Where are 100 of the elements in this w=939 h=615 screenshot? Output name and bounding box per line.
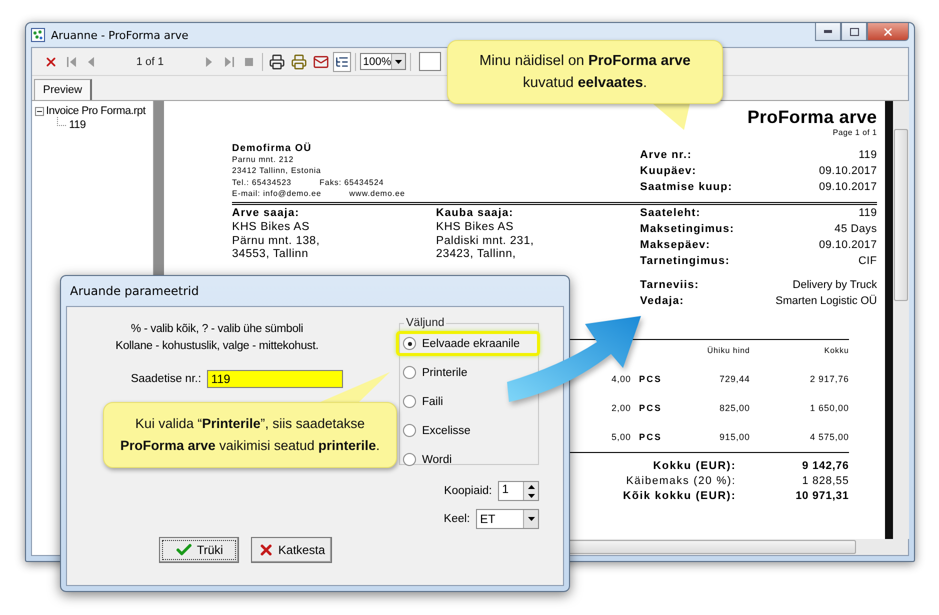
- printer-icon: [269, 54, 285, 70]
- minimize-icon: [824, 30, 832, 33]
- field-label: Arve nr.:: [640, 149, 693, 161]
- last-page-icon[interactable]: [224, 56, 234, 66]
- field-label: Maksetingimus:: [640, 223, 736, 236]
- field-label: Saadetise nr.:: [130, 373, 202, 385]
- radio-option[interactable]: Eelvaade ekraanile: [396, 331, 540, 356]
- party-line: KHS Bikes AS: [436, 220, 515, 235]
- tree-toggle-button[interactable]: [333, 52, 351, 72]
- vertical-scrollbar[interactable]: [893, 101, 909, 539]
- unit-cell-text: PCS: [638, 373, 664, 386]
- column-header: Kokku: [823, 345, 849, 358]
- company-name: Demofirma OÜ: [232, 143, 313, 154]
- field-label: Saatmise kuup:: [640, 181, 734, 193]
- party-line: 34553, Tallinn: [232, 248, 310, 262]
- company-address: Parnu mnt. 212: [232, 154, 295, 166]
- callout-text: Minu näidisel on ProForma arve kuvatud eelvaates.: [478, 52, 692, 93]
- printer-setup-button[interactable]: [289, 52, 309, 72]
- radio-icon[interactable]: [403, 337, 416, 350]
- field-value: 119: [858, 207, 877, 220]
- previous-page-icon[interactable]: [88, 56, 94, 66]
- quantity-cell-text: 4,00: [610, 373, 631, 386]
- field-label: Tarneviis:: [640, 279, 700, 292]
- tree-item[interactable]: Invoice Pro Forma.rpt: [46, 105, 146, 117]
- stop-icon: [245, 58, 253, 66]
- callout-text: Kui valida “Printerile”, siis saadetakse ProForma arve vaikimisi seatud printerile.: [119, 415, 381, 455]
- window-title: Aruanne - ProForma arve: [51, 28, 188, 42]
- total-cell-text: 2 917,76: [808, 373, 849, 386]
- unit-cell-text: PCS: [638, 431, 664, 444]
- total-cell-text: 1 650,00: [808, 402, 849, 416]
- radio-icon[interactable]: [403, 424, 416, 437]
- total-value: 10 971,31: [794, 489, 849, 502]
- field-label: Saateleht:: [640, 207, 702, 220]
- field-value: 119: [858, 149, 877, 161]
- page-indicator: 1 of 1: [135, 56, 165, 68]
- next-page-icon[interactable]: [206, 56, 212, 66]
- field-label: Vedaja:: [640, 295, 686, 308]
- field-label: Koopiaid:: [444, 485, 492, 497]
- field-value: CIF: [857, 255, 877, 268]
- close-icon: [44, 54, 58, 68]
- mail-icon: [313, 54, 329, 70]
- radio-option[interactable]: Excelisse: [396, 418, 478, 443]
- radio-option[interactable]: Faili: [396, 389, 450, 414]
- company-address: 23412 Tallinn, Estonia: [232, 165, 322, 177]
- company-phone: Tel.: 65434523: [232, 176, 292, 188]
- minimize-button[interactable]: [815, 23, 841, 41]
- hint-text: % - valib kõik, ? - valib ühe sümboli: [130, 322, 304, 337]
- party-line: 23423, Tallinn,: [436, 248, 517, 262]
- hint-text: Kollane - kohustuslik, valge - mittekohust.: [116, 339, 318, 354]
- radio-icon[interactable]: [403, 366, 416, 379]
- first-page-icon[interactable]: [66, 56, 76, 66]
- maximize-button[interactable]: [841, 23, 867, 41]
- radio-option[interactable]: Printerile: [396, 360, 474, 385]
- page-number: Page 1 of 1: [832, 128, 877, 137]
- printer-icon: [291, 54, 307, 70]
- radio-icon[interactable]: [403, 395, 416, 408]
- print-button[interactable]: [267, 52, 287, 72]
- total-value: 9 142,76: [801, 459, 849, 472]
- field-value: 09.10.2017: [818, 239, 877, 252]
- close-button[interactable]: [867, 23, 909, 41]
- total-label: Kõik kokku (EUR):: [622, 489, 737, 502]
- party-line: Pärnu mnt. 138,: [232, 234, 321, 248]
- print-button[interactable]: Trüki: [159, 537, 239, 563]
- document-title: ProForma arve: [747, 107, 877, 128]
- group-title: Väljund: [405, 317, 446, 329]
- company-website: www.demo.ee: [349, 188, 406, 200]
- radio-option[interactable]: Wordi: [396, 447, 459, 472]
- field-label: Kuupäev:: [640, 165, 698, 177]
- dialog-title: Aruande parameetrid: [70, 284, 199, 298]
- language-select[interactable]: ET: [476, 509, 539, 529]
- quantity-cell-text: 2,00: [610, 402, 631, 416]
- field-label: Tarnetingimus:: [640, 255, 731, 268]
- copies-spinner[interactable]: 1: [498, 481, 539, 501]
- field-label: Maksepäev:: [640, 239, 712, 252]
- tab[interactable]: Preview: [34, 79, 92, 100]
- price-cell-text: 825,00: [718, 402, 750, 416]
- total-cell-text: 4 575,00: [808, 431, 849, 444]
- party-line: Paldiski mnt. 231,: [436, 234, 535, 248]
- shipment-number-field[interactable]: 119: [207, 370, 344, 388]
- field-value: 09.10.2017: [818, 165, 877, 177]
- field-value: Smarten Logistic OÜ: [776, 295, 877, 308]
- radio-icon[interactable]: [403, 453, 416, 466]
- caret-icon: [395, 60, 402, 64]
- company-fax: Faks: 65434524: [320, 176, 384, 188]
- caret-icon: [528, 517, 534, 521]
- unit-cell-text: PCS: [638, 402, 664, 416]
- price-cell-text: 729,44: [718, 373, 750, 386]
- tree-item[interactable]: 119: [69, 119, 86, 131]
- close-icon: [882, 26, 894, 38]
- field-value: 45 Days: [834, 223, 877, 236]
- cancel-button[interactable]: Katkesta: [251, 537, 332, 563]
- party-line: KHS Bikes AS: [232, 220, 311, 235]
- company-email: E-mail: info@demo.ee: [232, 188, 322, 200]
- total-label: Kokku (EUR):: [652, 459, 737, 472]
- maximize-icon: [850, 28, 858, 36]
- quantity-cell-text: 5,00: [610, 431, 631, 444]
- total-label: Käibemaks (20 %):: [625, 474, 737, 488]
- search-field[interactable]: [419, 52, 441, 71]
- collapse-icon[interactable]: [35, 106, 44, 116]
- zoom-select[interactable]: 100%: [360, 53, 406, 70]
